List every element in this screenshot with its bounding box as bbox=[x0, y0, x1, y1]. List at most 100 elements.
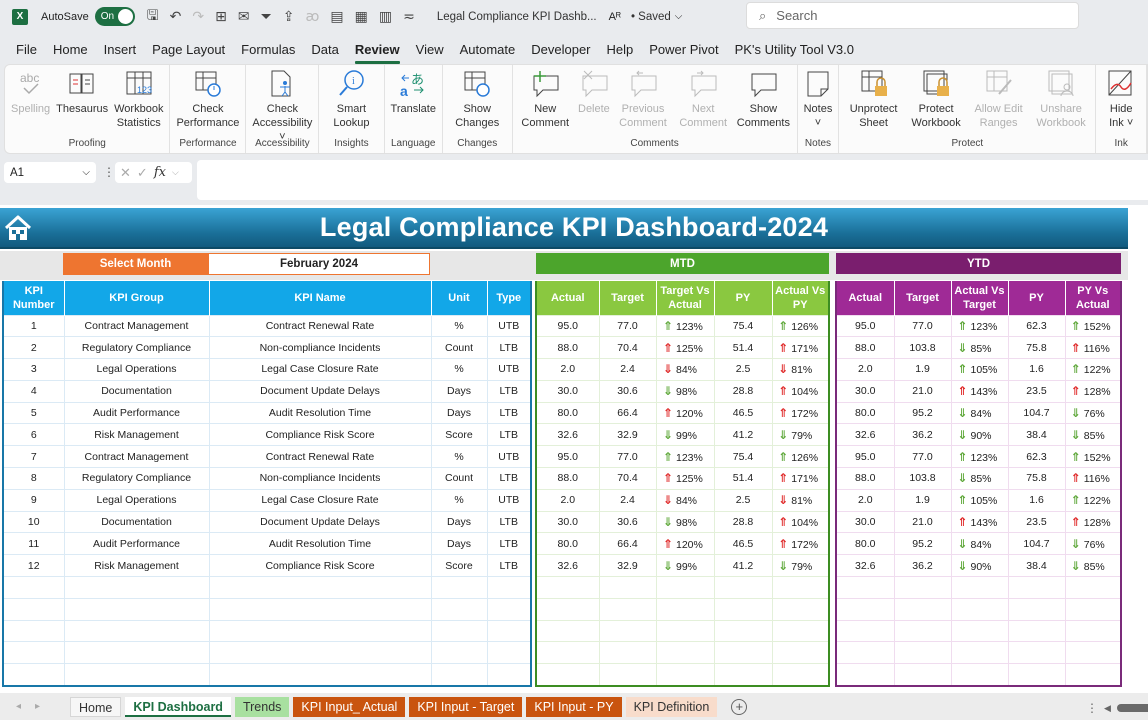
empty-cell[interactable] bbox=[835, 597, 895, 621]
empty-cell[interactable] bbox=[598, 576, 657, 599]
empty-cell[interactable] bbox=[893, 663, 952, 687]
menu-tab-page-layout[interactable]: Page Layout bbox=[144, 38, 233, 62]
check-performance-button[interactable]: Check Performance bbox=[173, 65, 242, 135]
calculator-icon[interactable]: ▦ bbox=[355, 8, 368, 25]
previous-comment-button[interactable]: Previous Comment bbox=[613, 65, 673, 135]
share-icon[interactable]: ⇪ bbox=[283, 8, 295, 25]
unshare-workbook-button[interactable]: Unshare Workbook bbox=[1030, 65, 1093, 135]
empty-cell[interactable] bbox=[2, 641, 65, 665]
empty-cell[interactable] bbox=[63, 619, 210, 643]
empty-cell[interactable] bbox=[430, 641, 488, 665]
worksheet[interactable]: Legal Compliance KPI Dashboard-2024 Sele… bbox=[0, 205, 1148, 693]
empty-cell[interactable] bbox=[713, 576, 773, 599]
menu-tab-file[interactable]: File bbox=[0, 38, 45, 62]
empty-cell[interactable] bbox=[713, 641, 773, 665]
chevron-down-icon[interactable]: ⌵ bbox=[172, 167, 179, 178]
empty-cell[interactable] bbox=[598, 597, 657, 621]
show-changes-button[interactable]: Show Changes bbox=[446, 65, 509, 135]
empty-cell[interactable] bbox=[1064, 597, 1122, 621]
name-box[interactable]: A1 ⌵ bbox=[4, 162, 96, 183]
empty-cell[interactable] bbox=[893, 619, 952, 643]
hide-ink-button[interactable]: Hide Ink ˅ bbox=[1099, 65, 1143, 135]
empty-cell[interactable] bbox=[655, 597, 715, 621]
empty-cell[interactable] bbox=[950, 597, 1009, 621]
sheet-tab-kpi-input-target[interactable]: KPI Input - Target bbox=[409, 696, 523, 717]
translate-button[interactable]: a あ Translate bbox=[388, 65, 439, 135]
chevron-down-icon[interactable]: ⌵ bbox=[82, 167, 90, 178]
more-options-icon[interactable]: ⋮ bbox=[103, 165, 115, 179]
empty-cell[interactable] bbox=[1007, 641, 1066, 665]
empty-cell[interactable] bbox=[1064, 619, 1122, 643]
empty-cell[interactable] bbox=[598, 641, 657, 665]
empty-cell[interactable] bbox=[63, 663, 210, 687]
workbook-statistics-button[interactable]: 123 Workbook Statistics bbox=[111, 65, 166, 135]
empty-cell[interactable] bbox=[486, 641, 532, 665]
notes-button[interactable]: Notes ˅ bbox=[801, 65, 836, 135]
unprotect-sheet-button[interactable]: Unprotect Sheet bbox=[842, 65, 905, 135]
menu-tab-help[interactable]: Help bbox=[599, 38, 642, 62]
sheet-tab-kpi-definition[interactable]: KPI Definition bbox=[625, 696, 718, 717]
empty-cell[interactable] bbox=[1064, 641, 1122, 665]
empty-cell[interactable] bbox=[1064, 576, 1122, 599]
empty-cell[interactable] bbox=[835, 619, 895, 643]
empty-cell[interactable] bbox=[486, 663, 532, 687]
empty-cell[interactable] bbox=[598, 663, 657, 687]
form-icon[interactable]: ▤ bbox=[330, 8, 343, 25]
empty-cell[interactable] bbox=[535, 663, 600, 687]
empty-cell[interactable] bbox=[430, 663, 488, 687]
empty-cell[interactable] bbox=[208, 597, 432, 621]
empty-cell[interactable] bbox=[655, 641, 715, 665]
empty-cell[interactable] bbox=[655, 663, 715, 687]
menu-tab-developer[interactable]: Developer bbox=[523, 38, 598, 62]
empty-cell[interactable] bbox=[950, 663, 1009, 687]
sensitivity-icon[interactable]: Aᴿ bbox=[609, 11, 621, 23]
menu-tab-automate[interactable]: Automate bbox=[452, 38, 524, 62]
search-input[interactable]: ⌕ Search bbox=[746, 2, 1079, 29]
delete-button[interactable]: Delete bbox=[575, 65, 613, 135]
empty-cell[interactable] bbox=[208, 576, 432, 599]
empty-cell[interactable] bbox=[1007, 576, 1066, 599]
calculator-2-icon[interactable]: ▥ bbox=[379, 8, 392, 25]
empty-cell[interactable] bbox=[535, 576, 600, 599]
sheet-tab-kpi-dashboard[interactable]: KPI Dashboard bbox=[125, 696, 231, 717]
empty-cell[interactable] bbox=[63, 597, 210, 621]
empty-cell[interactable] bbox=[713, 619, 773, 643]
empty-cell[interactable] bbox=[1007, 597, 1066, 621]
empty-cell[interactable] bbox=[893, 576, 952, 599]
next-comment-button[interactable]: Next Comment bbox=[673, 65, 733, 135]
empty-cell[interactable] bbox=[208, 641, 432, 665]
empty-cell[interactable] bbox=[950, 619, 1009, 643]
add-sheet-icon[interactable]: + bbox=[731, 698, 748, 715]
empty-cell[interactable] bbox=[2, 619, 65, 643]
menu-tab-pk-s-utility-tool-v3-0[interactable]: PK's Utility Tool V3.0 bbox=[727, 38, 862, 62]
empty-cell[interactable] bbox=[430, 576, 488, 599]
empty-cell[interactable] bbox=[835, 576, 895, 599]
check-accessibility-button[interactable]: Check Accessibility ˅ bbox=[249, 65, 315, 143]
empty-cell[interactable] bbox=[535, 619, 600, 643]
empty-cell[interactable] bbox=[771, 597, 830, 621]
empty-cell[interactable] bbox=[771, 663, 830, 687]
empty-cell[interactable] bbox=[655, 576, 715, 599]
empty-cell[interactable] bbox=[1064, 663, 1122, 687]
menu-tab-power-pivot[interactable]: Power Pivot bbox=[641, 38, 726, 62]
empty-cell[interactable] bbox=[771, 576, 830, 599]
spelling-button[interactable]: abc Spelling bbox=[8, 65, 53, 135]
empty-cell[interactable] bbox=[2, 663, 65, 687]
smart-lookup-button[interactable]: i Smart Lookup bbox=[322, 65, 380, 135]
empty-cell[interactable] bbox=[1007, 619, 1066, 643]
empty-cell[interactable] bbox=[1007, 663, 1066, 687]
cancel-icon[interactable]: ✕ bbox=[120, 165, 131, 181]
empty-cell[interactable] bbox=[835, 663, 895, 687]
envelope-icon[interactable]: ✉ bbox=[238, 8, 250, 25]
chevron-down-icon[interactable]: ⌵ bbox=[675, 11, 683, 22]
empty-cell[interactable] bbox=[713, 597, 773, 621]
sheet-tab-kpi-input-py[interactable]: KPI Input - PY bbox=[526, 696, 622, 717]
empty-cell[interactable] bbox=[63, 641, 210, 665]
spell-check-icon[interactable]: ꜵ bbox=[306, 8, 320, 25]
empty-cell[interactable] bbox=[535, 597, 600, 621]
empty-cell[interactable] bbox=[771, 619, 830, 643]
empty-cell[interactable] bbox=[486, 576, 532, 599]
redo-icon[interactable]: ↷ bbox=[192, 8, 204, 25]
show-comments-button[interactable]: Show Comments bbox=[733, 65, 793, 135]
sheet-nav-arrows[interactable]: ◂▸ bbox=[0, 701, 70, 712]
